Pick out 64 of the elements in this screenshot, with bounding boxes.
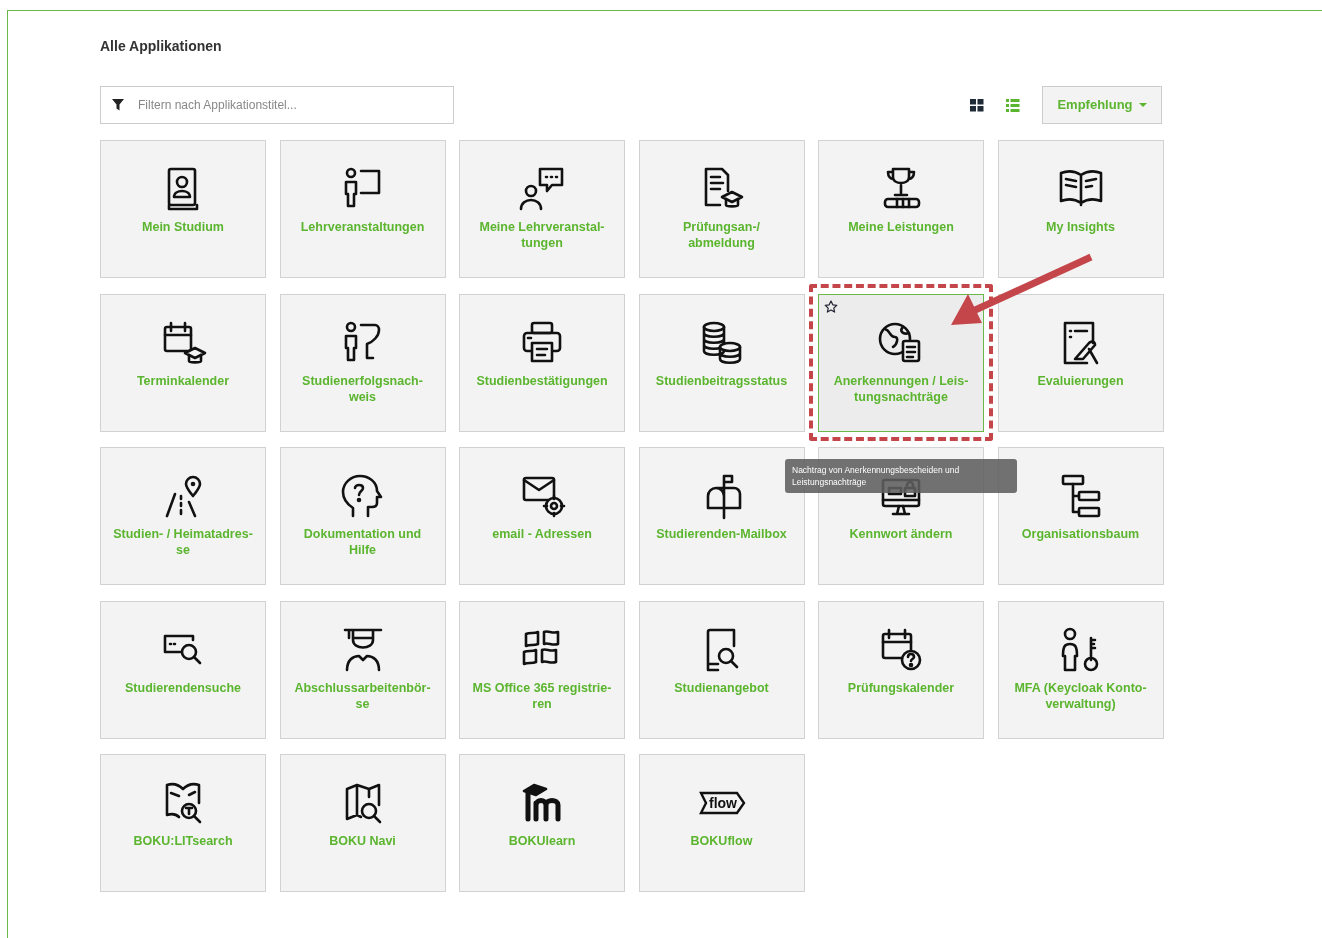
tooltip: Nachtrag von Anerkennungsbescheiden und Leistungsnachträge <box>785 458 1017 493</box>
app-label: My Insights <box>1046 219 1115 235</box>
app-tile[interactable]: flow BOKUflow <box>638 754 805 892</box>
app-label: Studienbestätigungen <box>476 372 608 389</box>
app-tile[interactable]: Anerkennungen / Leis- tungsnachträge <box>818 293 984 432</box>
app-tile[interactable]: Meine Lehrveranstal- tungen <box>459 140 625 278</box>
app-tile[interactable]: Studien- / Heimatadres- se <box>100 447 266 585</box>
app-label: MFA (Keycloak Konto- verwaltung) <box>1014 679 1147 712</box>
flow-logo: flow <box>698 791 745 815</box>
app-tile[interactable]: email - Adressen <box>459 447 625 585</box>
chat-person-icon <box>518 165 566 213</box>
app-tile[interactable]: Lehrveranstaltungen <box>279 140 446 278</box>
app-label: Prüfungskalender <box>847 679 955 696</box>
section-title: Alle Applikationen <box>100 37 223 56</box>
app-label: Prüfungsan-/ abmeldung <box>682 219 761 251</box>
app-tile[interactable]: Meine Leistungen <box>818 140 984 278</box>
app-tile[interactable]: Evaluierungen <box>997 293 1164 432</box>
app-label: Studierendensuche <box>125 679 241 696</box>
list-view-icon[interactable] <box>1006 98 1020 112</box>
app-tile[interactable]: Terminkalender <box>100 293 266 432</box>
app-label: Studierenden-Mailbox <box>656 526 787 542</box>
app-label: Kennwort ändern <box>849 526 953 542</box>
app-label: MS Office 365 registrie- ren <box>472 679 612 712</box>
app-label: BOKUflow <box>690 833 753 849</box>
app-tile[interactable]: My Insights <box>997 140 1164 278</box>
filter-icon <box>111 98 125 112</box>
filter-field[interactable]: Filtern nach Applikationstitel... <box>100 86 454 124</box>
app-tile[interactable]: Studienbeitragsstatus <box>638 293 805 432</box>
app-label: Evaluierungen <box>1037 372 1124 389</box>
grid-view-icon[interactable] <box>970 98 984 112</box>
app-label: Organisationsbaum <box>1021 526 1140 542</box>
app-label: Studien- / Heimatadres- se <box>113 526 253 558</box>
app-tile[interactable]: Dokumentation und Hilfe <box>279 447 446 585</box>
app-label: BOKU:LITsearch <box>133 833 233 849</box>
app-tile[interactable]: Abschlussarbeitenbör- se <box>279 600 446 739</box>
app-tile[interactable]: Studienbestätigungen <box>459 293 625 432</box>
sort-dropdown[interactable]: Empfehlung <box>1042 86 1162 124</box>
app-tile[interactable]: Studienangebot <box>638 600 805 739</box>
app-tile[interactable]: Studierendensuche <box>100 600 266 739</box>
app-label: BOKUlearn <box>508 833 576 849</box>
star-icon[interactable] <box>824 299 838 314</box>
app-label: Anerkennungen / Leis- tungsnachträge <box>833 372 969 405</box>
app-label: Studienangebot <box>674 679 769 696</box>
app-tile[interactable]: Prüfungskalender <box>818 600 984 739</box>
app-label: Studienerfolgsnach- weis <box>302 372 423 405</box>
app-tile[interactable]: Studienerfolgsnach- weis <box>279 293 446 432</box>
app-tile[interactable]: BOKU Navi <box>279 754 446 892</box>
app-label: Studienbeitragsstatus <box>655 372 788 389</box>
app-tile[interactable]: Organisationsbaum <box>997 447 1164 585</box>
app-label: Meine Leistungen <box>848 219 954 235</box>
app-label: Lehrveranstaltungen <box>300 219 425 235</box>
app-label: Meine Lehrveranstal- tungen <box>479 219 605 251</box>
app-tile[interactable]: BOKU:LITsearch <box>100 754 266 892</box>
app-tile[interactable]: BOKUlearn <box>459 754 625 892</box>
app-tile[interactable]: Mein Studium <box>100 140 266 278</box>
app-label: Dokumentation und Hilfe <box>303 526 422 558</box>
app-label: BOKU Navi <box>329 833 396 849</box>
app-label: Abschlussarbeitenbör- se <box>294 679 431 712</box>
app-tile[interactable]: Prüfungsan-/ abmeldung <box>638 140 805 278</box>
app-label: Terminkalender <box>136 372 230 389</box>
app-tile[interactable]: MFA (Keycloak Konto- verwaltung) <box>997 600 1164 739</box>
app-label: Mein Studium <box>142 219 224 235</box>
app-label: email - Adressen <box>492 526 592 542</box>
app-tile[interactable]: MS Office 365 registrie- ren <box>459 600 625 739</box>
